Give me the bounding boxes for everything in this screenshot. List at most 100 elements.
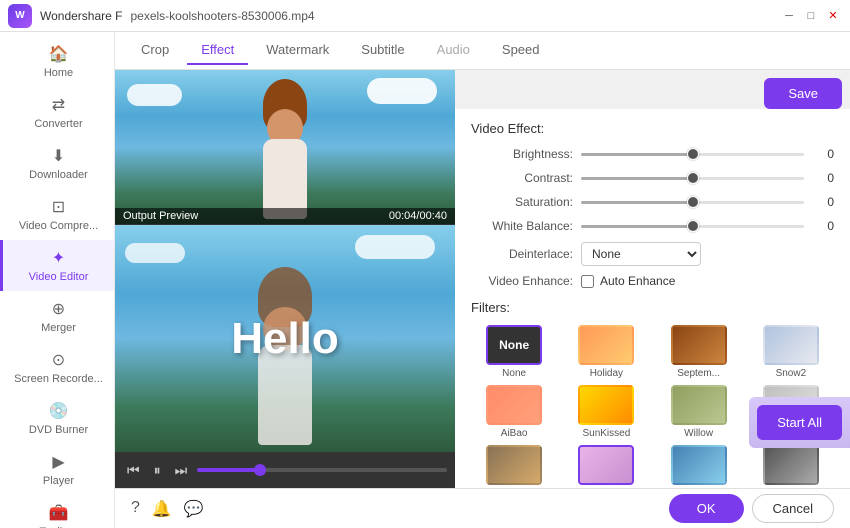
filter-september[interactable]: Septem... — [656, 325, 742, 379]
filter-bw[interactable]: BW_Noise — [748, 445, 834, 488]
white-balance-value: 0 — [810, 219, 834, 233]
bottom-left-icons: ? 🔔 💬 — [131, 499, 204, 519]
deinterlace-label: Deinterlace: — [471, 247, 581, 261]
sidebar-item-video-compress[interactable]: ⊡ Video Compre... — [0, 189, 114, 240]
video-enhance-row: Video Enhance: Auto Enhance — [471, 274, 834, 288]
video-enhance-label: Video Enhance: — [471, 274, 581, 288]
sidebar-item-home-label: Home — [44, 67, 73, 79]
auto-enhance-text: Auto Enhance — [600, 274, 675, 288]
filter-glow[interactable]: Glow — [563, 445, 649, 488]
minimize-button[interactable]: ─ — [780, 7, 798, 25]
sidebar-item-home[interactable]: 🏠 Home — [0, 36, 114, 87]
help-icon[interactable]: ? — [131, 499, 140, 519]
auto-enhance-checkbox[interactable] — [581, 275, 594, 288]
sidebar-item-video-editor[interactable]: ✦ Video Editor — [0, 240, 114, 291]
sidebar-item-recorder-label: Screen Recorde... — [14, 373, 103, 385]
recorder-icon: ⊙ — [52, 350, 65, 370]
editor-icon: ✦ — [52, 248, 65, 268]
tab-crop[interactable]: Crop — [127, 36, 183, 65]
sidebar-item-merger[interactable]: ⊕ Merger — [0, 291, 114, 342]
filter-holiday[interactable]: Holiday — [563, 325, 649, 379]
sidebar-item-downloader-label: Downloader — [29, 169, 88, 181]
filter-thumb-none: None — [486, 325, 542, 365]
filters-title: Filters: — [471, 300, 834, 315]
main-layout: 🏠 Home ⇄ Converter ⬇ Downloader ⊡ Video … — [0, 32, 850, 528]
preview-label-text: Output Preview — [123, 210, 198, 222]
filter-sunkissed[interactable]: SunKissed — [563, 385, 649, 439]
filter-willow[interactable]: Willow — [656, 385, 742, 439]
contrast-value: 0 — [810, 171, 834, 185]
video-area: Output Preview 00:04/00:40 Hello — [115, 70, 455, 488]
sidebar-item-player[interactable]: ▶ Player — [0, 444, 114, 495]
filter-none[interactable]: None None — [471, 325, 557, 379]
video-frame-top — [115, 70, 455, 224]
play-pause-button[interactable]: ⏸ — [150, 460, 165, 481]
rewind-button[interactable]: ⏮ — [123, 460, 144, 481]
filters-section: Filters: None None Holiday — [471, 300, 834, 488]
tab-watermark[interactable]: Watermark — [252, 36, 343, 65]
filter-thumb-sunkissed — [578, 385, 634, 425]
saturation-slider[interactable] — [581, 194, 804, 210]
brightness-slider[interactable] — [581, 146, 804, 162]
close-button[interactable]: ✕ — [824, 7, 842, 25]
filter-retro[interactable]: Retro — [471, 445, 557, 488]
cancel-button[interactable]: Cancel — [752, 494, 834, 523]
preview-timestamp: 00:04/00:40 — [389, 210, 447, 222]
bottom-right-buttons: OK Cancel — [669, 494, 834, 523]
filter-thumb-aibao — [486, 385, 542, 425]
compress-icon: ⊡ — [52, 197, 65, 217]
tab-effect[interactable]: Effect — [187, 36, 248, 65]
filter-name-willow: Willow — [684, 428, 713, 439]
sidebar-item-dvd-burner[interactable]: 💿 DVD Burner — [0, 393, 114, 444]
sidebar-item-downloader[interactable]: ⬇ Downloader — [0, 138, 114, 189]
filter-thumb-snow2 — [763, 325, 819, 365]
saturation-track — [581, 201, 804, 204]
filter-snow2[interactable]: Snow2 — [748, 325, 834, 379]
filter-thumb-raindrop — [671, 445, 727, 485]
tab-speed[interactable]: Speed — [488, 36, 554, 65]
sidebar-item-screen-recorder[interactable]: ⊙ Screen Recorde... — [0, 342, 114, 393]
merger-icon: ⊕ — [52, 299, 65, 319]
save-button[interactable]: Save — [764, 78, 842, 109]
sidebar-item-dvd-label: DVD Burner — [29, 424, 88, 436]
forward-button[interactable]: ⏭ — [171, 460, 192, 481]
content-area: Crop Effect Watermark Subtitle Audio Spe… — [115, 32, 850, 528]
contrast-slider[interactable] — [581, 170, 804, 186]
maximize-button[interactable]: □ — [802, 7, 820, 25]
filter-thumb-bw — [763, 445, 819, 485]
filter-name-september: Septem... — [677, 368, 720, 379]
tab-subtitle[interactable]: Subtitle — [347, 36, 418, 65]
progress-bar[interactable] — [197, 468, 447, 472]
white-balance-slider[interactable] — [581, 218, 804, 234]
contrast-label: Contrast: — [471, 171, 581, 185]
white-balance-label: White Balance: — [471, 219, 581, 233]
sidebar-item-player-label: Player — [43, 475, 74, 487]
brightness-track — [581, 153, 804, 156]
video-effect-title: Video Effect: — [471, 121, 834, 136]
bell-icon[interactable]: 🔔 — [152, 499, 172, 519]
downloader-icon: ⬇ — [52, 146, 65, 166]
filter-name-none: None — [502, 368, 526, 379]
preview-label-bar: Output Preview 00:04/00:40 — [115, 208, 455, 224]
saturation-row: Saturation: 0 — [471, 194, 834, 210]
bottom-bar: ? 🔔 💬 OK Cancel — [115, 488, 850, 528]
tab-bar: Crop Effect Watermark Subtitle Audio Spe… — [115, 32, 850, 70]
start-all-button[interactable]: Start All — [757, 405, 842, 440]
sidebar-item-converter[interactable]: ⇄ Converter — [0, 87, 114, 138]
deinterlace-select[interactable]: None Blend Mean — [581, 242, 701, 266]
brightness-value: 0 — [810, 147, 834, 161]
filter-raindrop[interactable]: RainDrop — [656, 445, 742, 488]
ok-button[interactable]: OK — [669, 494, 744, 523]
sidebar-item-toolbox[interactable]: 🧰 Toolbox — [0, 495, 114, 528]
saturation-fill — [581, 201, 693, 204]
right-wrapper: Save Video Effect: Brightness: — [455, 70, 850, 488]
sidebar-item-compress-label: Video Compre... — [19, 220, 98, 232]
progress-fill — [197, 468, 259, 472]
tab-audio[interactable]: Audio — [423, 36, 484, 65]
cloud-1 — [127, 84, 182, 106]
saturation-label: Saturation: — [471, 195, 581, 209]
app-logo: W — [8, 4, 32, 28]
contrast-thumb — [687, 172, 699, 184]
feedback-icon[interactable]: 💬 — [184, 499, 204, 519]
filter-aibao[interactable]: AiBao — [471, 385, 557, 439]
